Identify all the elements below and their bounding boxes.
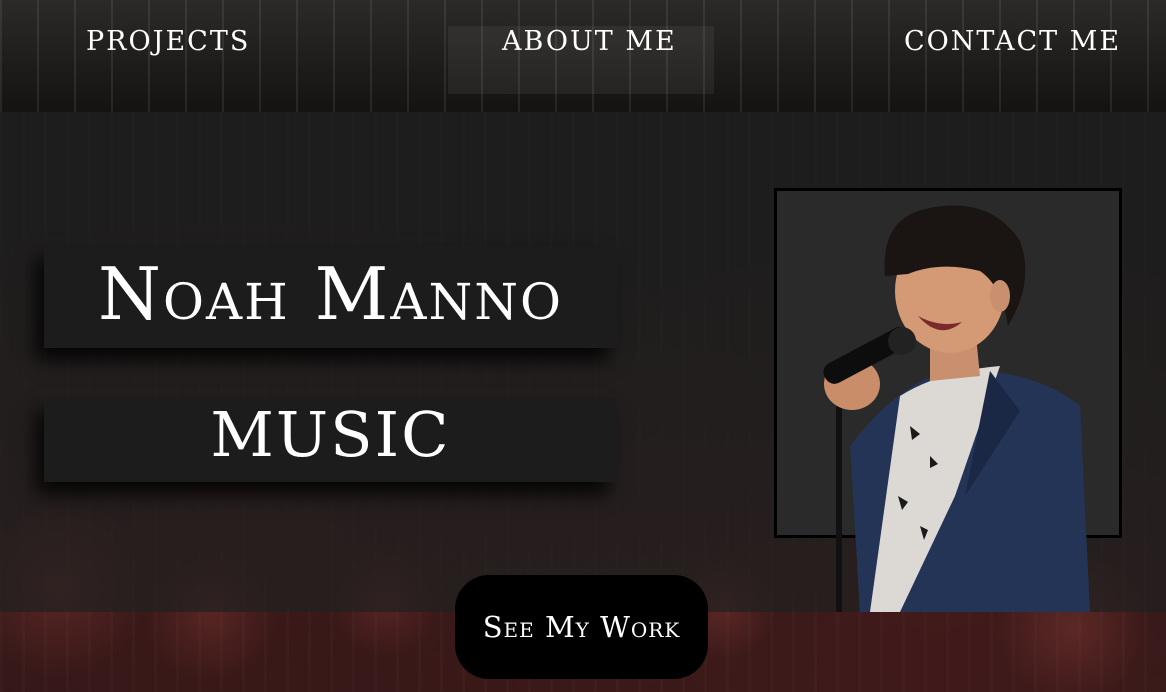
site-title: Noah Manno (98, 252, 563, 336)
singer-photo (790, 196, 1100, 612)
nav-contact-link[interactable]: CONTACT ME (904, 26, 1121, 57)
title-panel-name: Noah Manno (44, 246, 617, 348)
site-subtitle: music (210, 398, 451, 471)
nav-about-link[interactable]: ABOUT ME (502, 26, 677, 57)
see-my-work-button[interactable]: See My Work (455, 575, 708, 679)
top-nav: PROJECTS ABOUT ME CONTACT ME (0, 0, 1166, 94)
nav-projects-link[interactable]: PROJECTS (86, 26, 250, 57)
title-panel-music: music (44, 398, 617, 482)
